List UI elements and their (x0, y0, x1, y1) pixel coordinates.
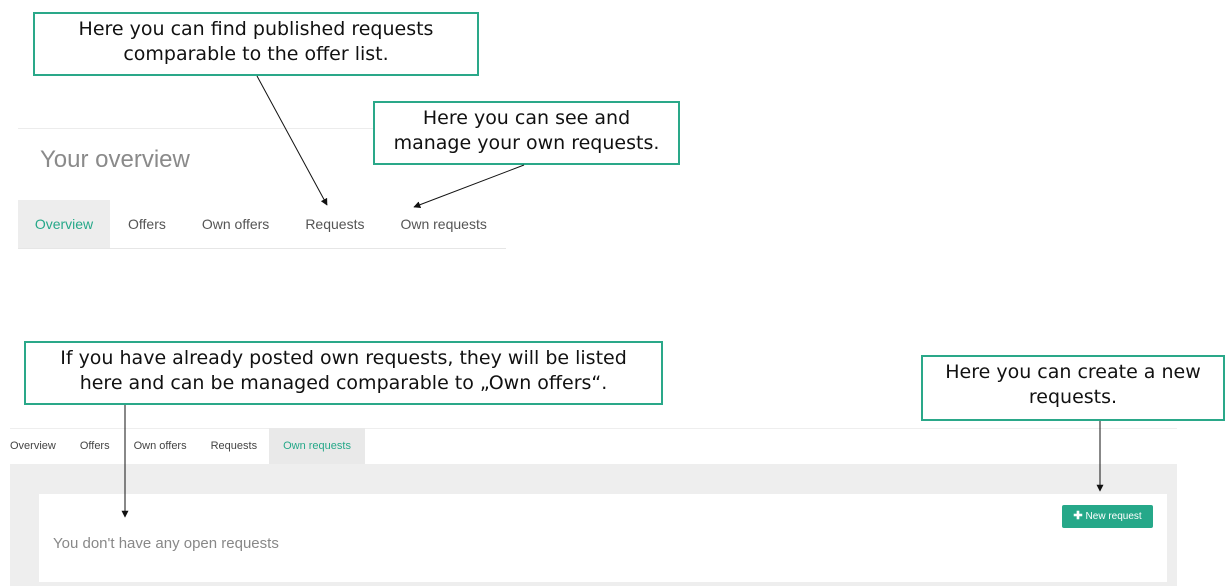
empty-state-message: You don't have any open requests (53, 535, 279, 552)
new-request-button[interactable]: ✚ New request (1062, 505, 1153, 528)
tab-offers[interactable]: Offers (68, 428, 122, 464)
tab-own-offers[interactable]: Own offers (122, 428, 199, 464)
callout-listed-requests: If you have already posted own requests,… (24, 341, 663, 405)
callout-create-request: Here you can create a new requests. (921, 355, 1225, 421)
callout-published-requests: Here you can find published requests com… (33, 12, 479, 76)
arrow-to-requests-tab (256, 75, 328, 206)
tab-requests[interactable]: Requests (199, 428, 269, 464)
bottom-tab-bar: Overview Offers Own offers Requests Own … (10, 428, 365, 464)
tab-own-requests[interactable]: Own requests (269, 428, 365, 464)
tab-requests[interactable]: Requests (287, 200, 382, 248)
tab-offers[interactable]: Offers (110, 200, 184, 248)
new-request-label: New request (1085, 511, 1142, 522)
top-tab-bar: Overview Offers Own offers Requests Own … (18, 200, 506, 249)
tutorial-screenshot: Here you can find published requests com… (0, 0, 1225, 586)
plus-icon: ✚ (1073, 510, 1083, 522)
callout-manage-own-requests: Here you can see and manage your own req… (373, 101, 680, 165)
tab-overview[interactable]: Overview (18, 200, 110, 248)
tab-own-offers[interactable]: Own offers (184, 200, 287, 248)
page-title: Your overview (40, 146, 190, 173)
tab-own-requests[interactable]: Own requests (382, 200, 504, 248)
tab-overview[interactable]: Overview (10, 428, 68, 464)
